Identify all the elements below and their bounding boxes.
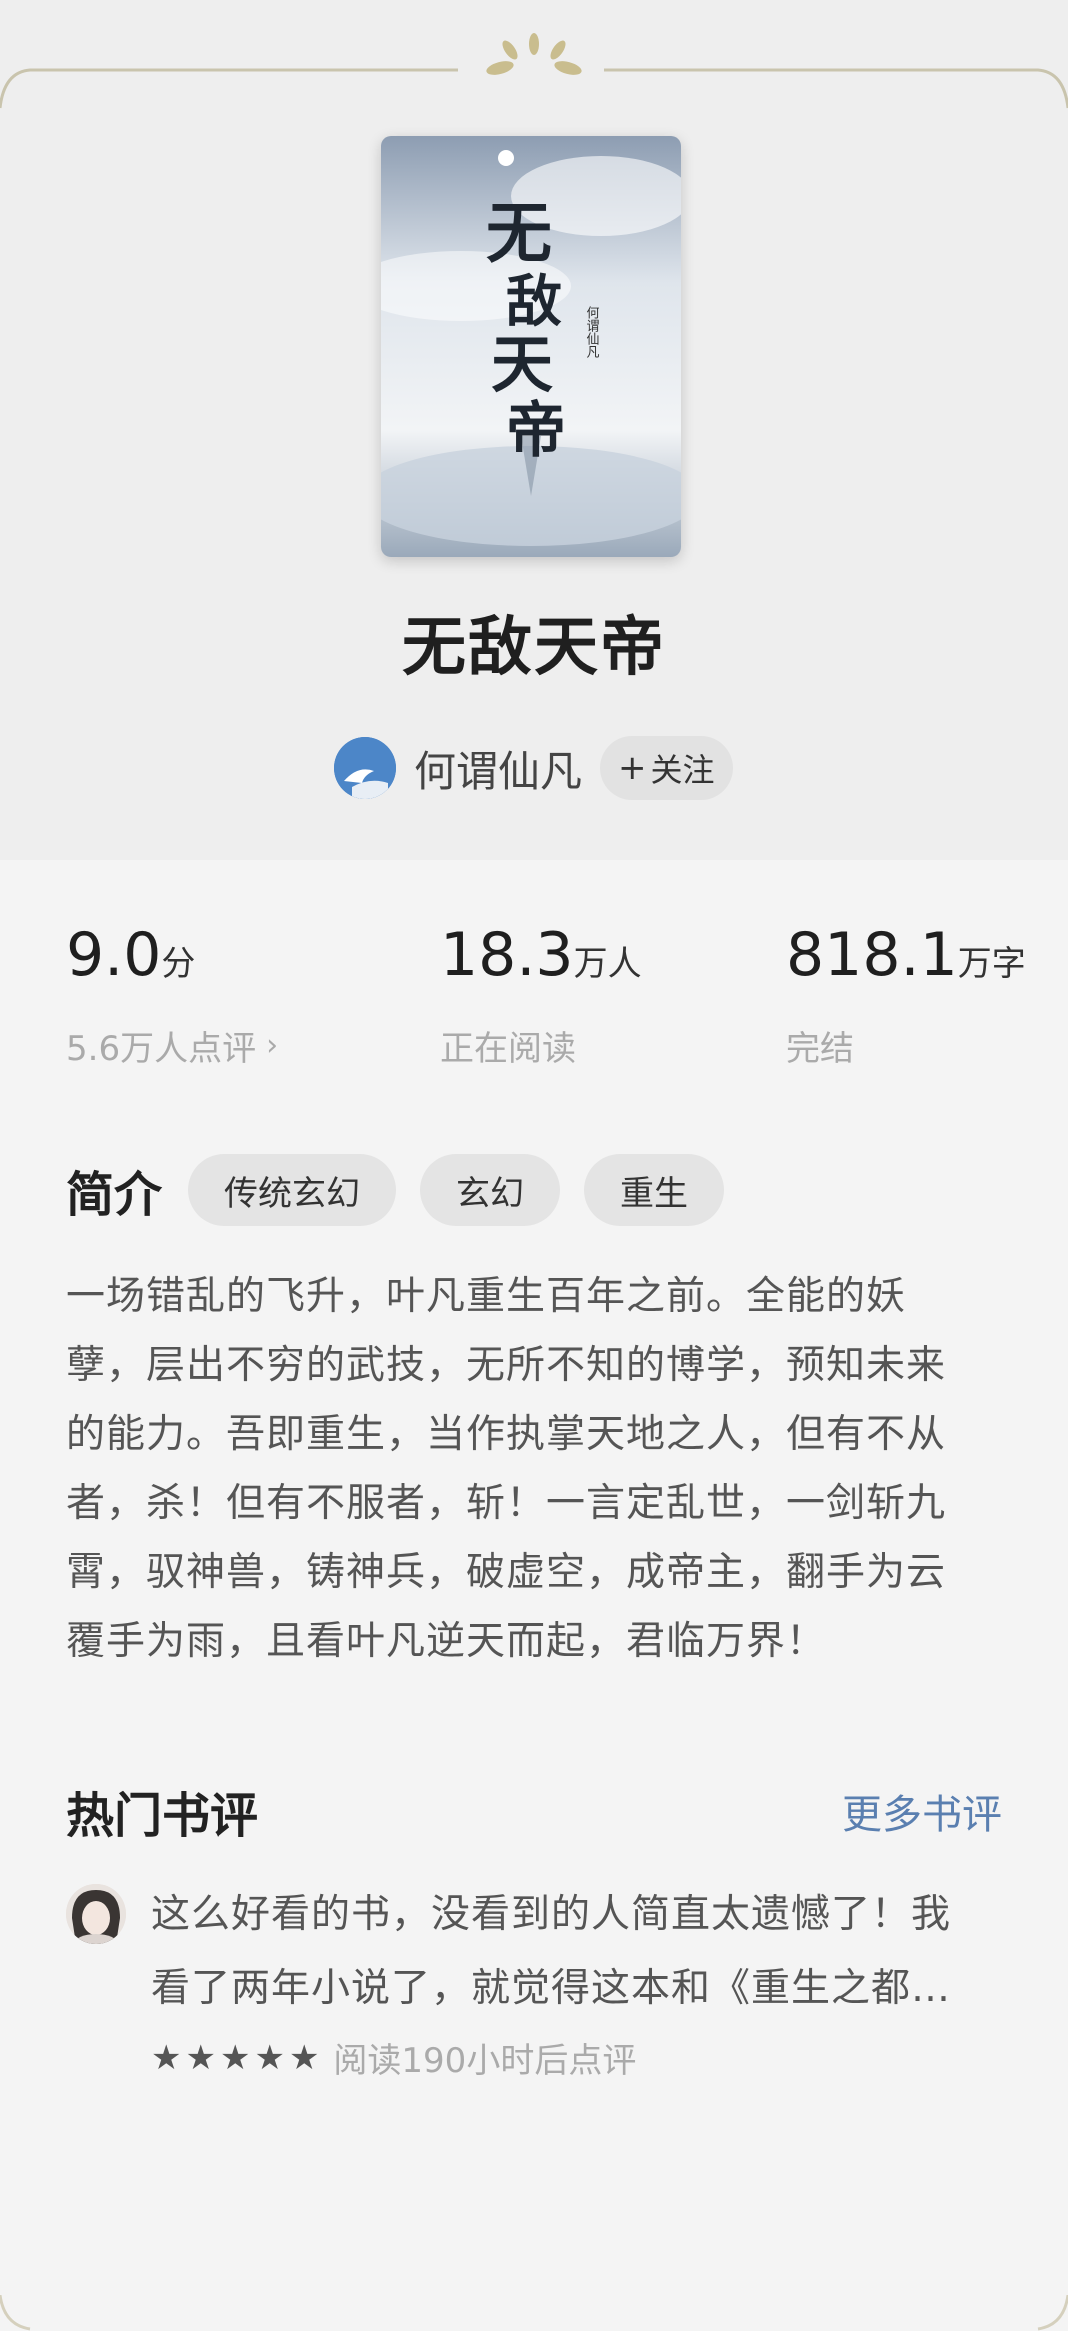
star-icon: ★ — [219, 2037, 251, 2078]
star-icon: ★ — [288, 2037, 320, 2078]
reviewer-avatar[interactable] — [66, 1884, 126, 1944]
cover-title-char-1: 无 — [486, 194, 552, 272]
more-reviews-link[interactable]: 更多书评 — [842, 1782, 1002, 1840]
follow-label: 关注 — [650, 751, 715, 789]
plus-icon: + — [618, 748, 647, 788]
rating-count: 5.6万人点评 — [66, 1029, 257, 1069]
review-note: 阅读190小时后点评 — [333, 2041, 637, 2081]
words-unit: 万字 — [957, 944, 1026, 984]
svg-text:天: 天 — [491, 328, 553, 401]
tag-chip[interactable]: 传统玄幻 — [188, 1154, 397, 1226]
rating-value: 9.0 — [66, 920, 162, 990]
description-line: 霄，驭神兽，铸神兵，破虚空，成帝主，翻手为云 — [66, 1550, 947, 1595]
svg-text:帝: 帝 — [506, 396, 566, 466]
author-row: 何谓仙凡 + 关注 — [334, 733, 733, 803]
book-title: 无敌天帝 — [402, 611, 666, 685]
description-line: 孽，层出不穷的武技，无所不知的博学，预知未来 — [66, 1343, 947, 1388]
star-icon: ★ — [254, 2037, 285, 2078]
review-text[interactable]: 这么好看的书，没看到的人简直太遗憾了！我 看了两年小说了，就觉得这本和《重生之都… — [151, 1878, 1011, 2026]
status-label: 完结 — [786, 1029, 854, 1069]
follow-button[interactable]: + 关注 — [600, 736, 733, 800]
reviews-title: 热门书评 — [66, 1788, 259, 1844]
tag-chip[interactable]: 玄幻 — [420, 1154, 561, 1226]
flower-ornament-icon — [486, 33, 582, 75]
words-value: 818.1 — [786, 920, 958, 990]
svg-text:敌: 敌 — [506, 269, 562, 335]
book-cover[interactable]: 无 敌 天 帝 何谓仙凡 — [381, 136, 681, 557]
book-description: 一场错乱的飞升，叶凡重生百年之前。全能的妖 孽，层出不穷的武技，无所不知的博学，… — [66, 1262, 1006, 1676]
svg-text:何谓仙凡: 何谓仙凡 — [584, 305, 600, 359]
star-icon: ★ — [185, 2037, 216, 2078]
ornament-frame — [0, 33, 1068, 109]
chevron-right-icon: › — [266, 1028, 279, 1063]
author-name[interactable]: 何谓仙凡 — [414, 738, 582, 799]
review-meta: ★ ★ ★ ★ ★ 阅读190小时后点评 — [151, 2033, 636, 2082]
description-line: 者，杀！但有不服者，斩！一言定乱世，一剑斩九 — [66, 1481, 947, 1526]
description-line: 覆手为雨，且看叶凡逆天而起，君临万界！ — [66, 1619, 827, 1664]
tag-chip[interactable]: 重生 — [584, 1154, 725, 1226]
intro-header: 简介 传统玄幻 玄幻 重生 — [66, 1154, 748, 1226]
book-header: 无 敌 天 帝 何谓仙凡 无敌天帝 何谓仙凡 + 关注 — [0, 0, 1068, 860]
author-avatar[interactable] — [334, 737, 396, 799]
bottom-frame — [0, 2295, 1068, 2331]
readers-unit: 万人 — [573, 944, 642, 984]
review-line: 看了两年小说了，就觉得这本和《重生之都… — [151, 1966, 952, 2011]
description-line: 的能力。吾即重生，当作执掌天地之人，但有不从 — [66, 1412, 947, 1457]
readers-stat: 18.3万人 正在阅读 — [440, 925, 642, 1070]
description-line: 一场错乱的飞升，叶凡重生百年之前。全能的妖 — [66, 1274, 907, 1319]
words-stat: 818.1万字 完结 — [786, 925, 1026, 1070]
readers-value: 18.3 — [440, 920, 574, 990]
rating-unit: 分 — [161, 944, 196, 984]
review-line: 这么好看的书，没看到的人简直太遗憾了！我 — [151, 1892, 952, 1937]
readers-label: 正在阅读 — [440, 1029, 576, 1069]
star-icon: ★ — [151, 2037, 182, 2078]
rating-stat[interactable]: 9.0分 5.6万人点评 › — [66, 925, 278, 1070]
intro-title: 简介 — [66, 1167, 163, 1223]
